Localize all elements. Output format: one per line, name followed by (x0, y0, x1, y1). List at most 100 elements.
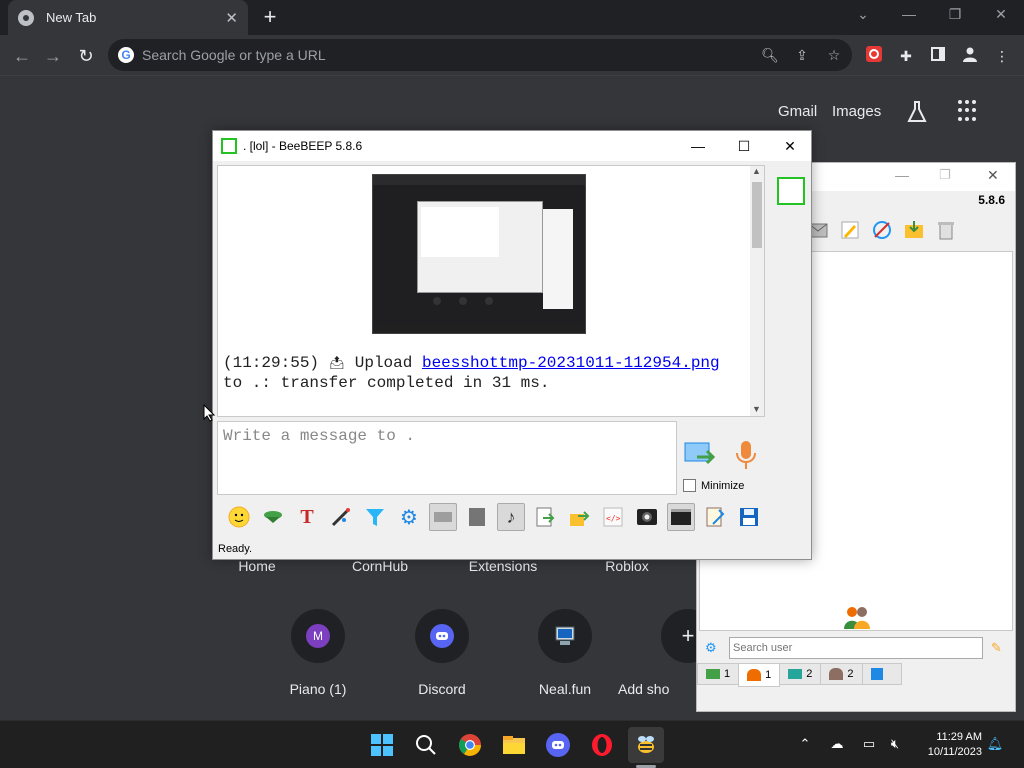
tab-chats[interactable]: 1 (697, 663, 740, 685)
shortcut-nealfun-tile[interactable] (538, 609, 592, 663)
pencil-icon[interactable] (839, 219, 861, 241)
font-icon[interactable]: T (293, 503, 321, 531)
screenshot-thumbnail[interactable] (372, 174, 586, 334)
save-chat-icon[interactable] (531, 503, 559, 531)
scroll-down-icon[interactable]: ▼ (752, 404, 761, 414)
word-complete-icon[interactable] (463, 503, 491, 531)
emoticon-smile-icon[interactable] (225, 503, 253, 531)
scroll-thumb[interactable] (752, 182, 762, 248)
minimize-checkbox[interactable] (683, 479, 696, 492)
shortcut-nealfun-label[interactable]: Neal.fun (505, 681, 625, 697)
shortcut-cornhub[interactable]: CornHub (320, 558, 440, 574)
images-link[interactable]: Images (832, 103, 881, 120)
gear-icon[interactable]: ⚙ (705, 640, 717, 656)
color-picker-icon[interactable] (327, 503, 355, 531)
chat-close-icon[interactable]: ✕ (767, 131, 813, 161)
close-icon[interactable]: ✕ (978, 0, 1024, 30)
screenshot-camera-icon[interactable] (633, 503, 661, 531)
terminal-icon[interactable] (667, 503, 695, 531)
opera-taskbar-icon[interactable] (586, 729, 618, 761)
file-explorer-icon[interactable] (498, 729, 530, 761)
chat-minimize-icon[interactable]: — (675, 131, 721, 161)
html-code-icon[interactable]: </> (599, 503, 627, 531)
main-restore-icon[interactable]: ❐ (939, 167, 951, 183)
bookmark-star-icon[interactable]: ☆ (824, 45, 844, 65)
shortcut-piano-tile[interactable]: M (291, 609, 345, 663)
taskbar-clock[interactable]: 11:29 AM 10/11/2023 (928, 730, 982, 760)
filter-icon[interactable] (361, 503, 389, 531)
tab-title: New Tab (46, 10, 97, 25)
add-shortcut-label[interactable]: Add sho (618, 681, 696, 697)
side-panel-icon[interactable] (928, 46, 948, 66)
send-button[interactable] (683, 439, 719, 469)
tray-volume-icon[interactable]: 🔇︎ (886, 735, 904, 753)
tray-display-icon[interactable]: ▭ (860, 735, 878, 753)
emoticon-panel-icon[interactable] (259, 503, 287, 531)
tab-groups[interactable]: 2 (820, 663, 863, 685)
tab-search-icon[interactable]: ⌄ (840, 0, 886, 30)
notification-bell-icon[interactable]: 🔔︎ (986, 735, 1004, 753)
google-apps-icon[interactable] (958, 100, 980, 122)
network-icon[interactable] (871, 219, 893, 241)
minimize-option[interactable]: Minimize (683, 479, 744, 492)
tab-new-tab[interactable]: New Tab ✕ (8, 0, 248, 35)
zoom-icon[interactable]: 🔍︎ (760, 45, 780, 65)
reload-icon[interactable]: ↻ (73, 43, 99, 69)
share-icon[interactable]: ⇪ (792, 45, 812, 65)
shortcut-extensions[interactable]: Extensions (443, 558, 563, 574)
forward-icon[interactable]: → (40, 43, 66, 69)
microphone-icon (736, 441, 756, 469)
send-file-icon[interactable] (565, 503, 593, 531)
minimize-icon[interactable]: — (886, 0, 932, 30)
status-bar: Ready. (218, 543, 253, 555)
restore-icon[interactable]: ❐ (932, 0, 978, 30)
windows-start-icon[interactable] (366, 729, 398, 761)
main-minimize-icon[interactable]: — (895, 167, 909, 183)
tab-group-chats[interactable]: 2 (779, 663, 822, 685)
message-composer[interactable] (217, 421, 677, 495)
main-close-icon[interactable]: ✕ (987, 167, 999, 184)
notes-icon[interactable] (701, 503, 729, 531)
address-bar[interactable]: G 🔍︎ ⇪ ☆ (108, 39, 852, 71)
search-user-input[interactable] (729, 637, 983, 659)
tab-users[interactable]: 1 (738, 663, 781, 687)
shortcut-piano-label[interactable]: Piano (1) (258, 681, 378, 697)
address-input[interactable] (142, 47, 742, 63)
chat-maximize-icon[interactable]: ☐ (721, 131, 767, 161)
voice-message-button[interactable] (733, 439, 759, 471)
taskbar-search-icon[interactable] (410, 729, 442, 761)
gmail-link[interactable]: Gmail (778, 103, 817, 120)
trash-icon[interactable] (935, 219, 957, 241)
profile-icon[interactable] (960, 46, 980, 66)
shortcut-home[interactable]: Home (197, 558, 317, 574)
settings-gears-icon[interactable]: ⚙ (395, 503, 423, 531)
music-note-icon[interactable]: ♪ (497, 503, 525, 531)
tab-close-button[interactable]: ✕ (225, 9, 238, 27)
shortcut-discord-tile[interactable] (415, 609, 469, 663)
tray-cloud-icon[interactable]: ☁ (828, 735, 846, 753)
spellcheck-icon[interactable] (429, 503, 457, 531)
user-status-square-icon (777, 177, 805, 205)
shortcut-discord-label[interactable]: Discord (382, 681, 502, 697)
tab-shares[interactable] (861, 663, 902, 685)
back-icon[interactable]: ← (9, 43, 35, 69)
chrome-taskbar-icon[interactable] (454, 729, 486, 761)
new-tab-button[interactable]: + (258, 5, 282, 29)
save-disk-icon[interactable] (735, 503, 763, 531)
shortcut-roblox[interactable]: Roblox (567, 558, 687, 574)
message-input[interactable] (218, 422, 676, 494)
beebeep-taskbar-icon[interactable] (628, 727, 664, 763)
scroll-up-icon[interactable]: ▲ (752, 166, 761, 176)
opera-extension-icon[interactable] (864, 46, 884, 66)
uploaded-file-link[interactable]: beesshottmp-20231011-112954.png (422, 354, 720, 372)
extensions-puzzle-icon[interactable]: ✚ (896, 46, 916, 66)
main-toolbar (807, 219, 957, 241)
clear-broom-icon[interactable]: ✎ (991, 640, 1002, 656)
taskbar: ⌃ ☁ ▭ 🔇︎ 11:29 AM 10/11/2023 🔔︎ (0, 720, 1024, 768)
menu-kebab-icon[interactable]: ⋮ (992, 46, 1012, 66)
discord-taskbar-icon[interactable] (542, 729, 574, 761)
folder-icon[interactable] (903, 219, 925, 241)
message-scrollbar[interactable]: ▲ ▼ (750, 166, 764, 416)
labs-flask-icon[interactable] (905, 100, 929, 124)
tray-overflow-icon[interactable]: ⌃ (796, 735, 814, 753)
